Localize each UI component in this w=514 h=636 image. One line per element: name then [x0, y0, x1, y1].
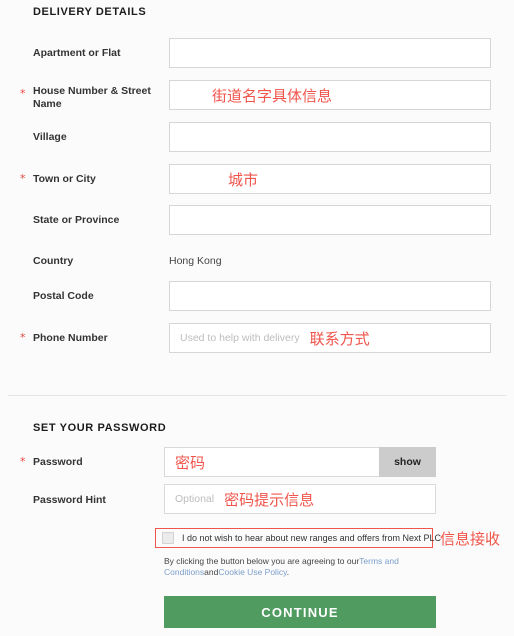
input-village[interactable]: [169, 122, 491, 152]
input-town-or-city[interactable]: 城市: [169, 164, 491, 194]
marketing-opt-out-label: I do not wish to hear about new ranges a…: [182, 533, 441, 543]
terms-agreement-text: By clicking the button below you are agr…: [164, 556, 404, 578]
label-town-or-city: Town or City: [33, 173, 96, 185]
registration-form-page: DELIVERY DETAILS Apartment or Flat * Hou…: [0, 0, 514, 636]
required-asterisk-password: *: [20, 455, 26, 468]
label-village: Village: [33, 131, 67, 143]
annotation-town-or-city: 城市: [228, 170, 259, 189]
label-password-hint: Password Hint: [33, 494, 106, 506]
input-password-hint[interactable]: Optional 密码提示信息: [164, 484, 436, 514]
required-asterisk-house-number: *: [20, 87, 26, 100]
set-your-password-heading: SET YOUR PASSWORD: [33, 422, 167, 434]
continue-button[interactable]: CONTINUE: [164, 596, 436, 628]
input-apartment-or-flat[interactable]: [169, 38, 491, 68]
required-asterisk-town-or-city: *: [20, 172, 26, 185]
input-state-or-province[interactable]: [169, 205, 491, 235]
label-phone-number: Phone Number: [33, 332, 108, 344]
label-password: Password: [33, 456, 83, 468]
input-phone-number[interactable]: Used to help with delivery 联系方式: [169, 323, 491, 353]
placeholder-password-hint: Optional: [175, 493, 215, 505]
terms-suffix: .: [286, 567, 290, 577]
annotation-password-hint: 密码提示信息: [224, 490, 315, 509]
label-apartment-or-flat: Apartment or Flat: [33, 47, 121, 59]
section-divider: [8, 395, 506, 396]
label-state-or-province: State or Province: [33, 214, 120, 226]
terms-conjunction: and: [204, 567, 219, 577]
password-input-group: 密码 show: [164, 447, 436, 477]
marketing-opt-out-checkbox[interactable]: [162, 532, 174, 544]
required-asterisk-phone-number: *: [20, 331, 26, 344]
show-password-button[interactable]: show: [379, 447, 436, 477]
annotation-house-number-street-name: 街道名字具体信息: [212, 86, 333, 105]
marketing-opt-out-row[interactable]: I do not wish to hear about new ranges a…: [155, 528, 441, 548]
input-house-number-street-name[interactable]: 街道名字具体信息: [169, 80, 491, 110]
label-house-number-street-name: House Number & Street Name: [33, 85, 151, 110]
delivery-details-heading: DELIVERY DETAILS: [33, 6, 147, 18]
value-country: Hong Kong: [169, 255, 222, 267]
terms-prefix: By clicking the button below you are agr…: [164, 556, 360, 566]
input-postal-code[interactable]: [169, 281, 491, 311]
label-country: Country: [33, 255, 74, 267]
annotation-password: 密码: [175, 453, 206, 472]
placeholder-phone-number: Used to help with delivery: [180, 332, 300, 344]
label-postal-code: Postal Code: [33, 290, 94, 302]
annotation-marketing-opt-out: 信息接收: [440, 530, 501, 548]
cookie-use-policy-link[interactable]: Cookie Use Policy: [218, 567, 286, 577]
annotation-phone-number: 联系方式: [309, 329, 370, 348]
input-password[interactable]: 密码: [164, 447, 379, 477]
